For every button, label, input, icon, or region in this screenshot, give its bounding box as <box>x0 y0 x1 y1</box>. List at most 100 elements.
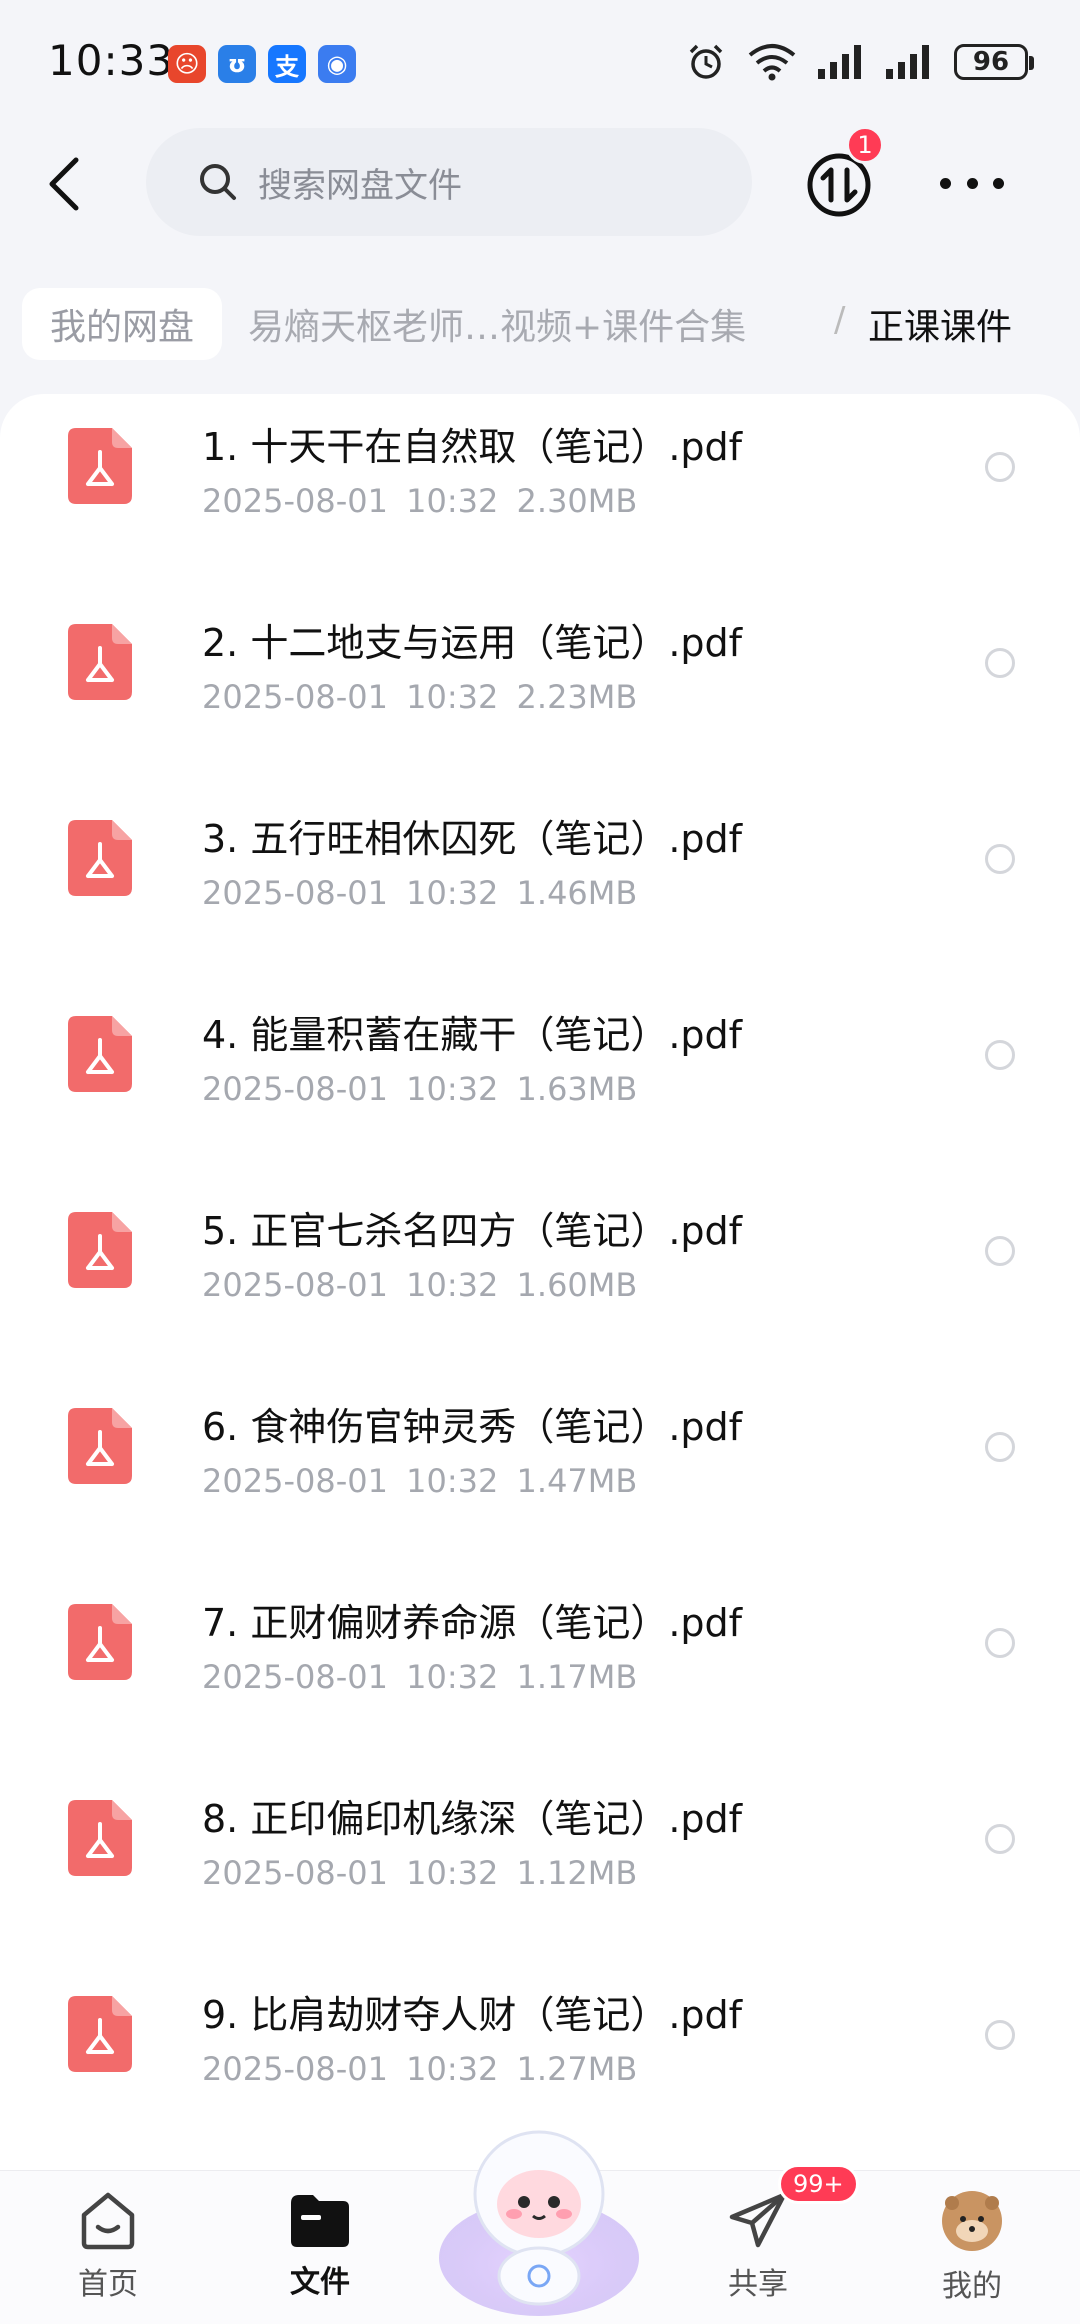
back-button[interactable] <box>36 152 92 216</box>
status-time: 10:33 <box>48 36 175 85</box>
file-meta: 2025-08-01 10:32 1.47MB <box>202 1462 637 1500</box>
nav-files-label: 文件 <box>290 2265 350 2300</box>
file-meta: 2025-08-01 10:32 1.12MB <box>202 1854 637 1892</box>
breadcrumb-root[interactable]: 我的网盘 <box>22 288 223 360</box>
chevron-left-icon <box>49 157 79 211</box>
file-name: 4. 能量积蓄在藏干（笔记）.pdf <box>202 1013 743 1057</box>
signal-1-icon <box>818 45 861 79</box>
file-name: 5. 正官七杀名四方（笔记）.pdf <box>202 1209 743 1253</box>
nav-me-label: 我的 <box>942 2269 1002 2304</box>
breadcrumb: 我的网盘 易熵天枢老师…视频+课件合集 / 正课课件 <box>0 286 1080 366</box>
file-size: 1.47MB <box>516 1462 638 1500</box>
search-input[interactable]: 搜索网盘文件 <box>146 128 752 236</box>
select-checkbox[interactable] <box>985 648 1015 678</box>
status-bar: 10:33 ☹ ʊ 支 ◉ 96 <box>0 0 1080 120</box>
file-time: 10:32 <box>406 1854 499 1892</box>
file-time: 10:32 <box>406 482 499 520</box>
select-checkbox[interactable] <box>985 2020 1015 2050</box>
file-meta: 2025-08-01 10:32 2.30MB <box>202 482 637 520</box>
file-name: 6. 食神伤官钟灵秀（笔记）.pdf <box>202 1405 743 1449</box>
file-name: 7. 正财偏财养命源（笔记）.pdf <box>202 1601 743 1645</box>
file-name: 1. 十天干在自然取（笔记）.pdf <box>202 425 743 469</box>
file-date: 2025-08-01 <box>202 1070 388 1108</box>
select-checkbox[interactable] <box>985 1628 1015 1658</box>
app-blue-icon: ʊ <box>218 45 256 83</box>
more-options-button[interactable] <box>940 168 1004 198</box>
file-meta: 2025-08-01 10:32 1.46MB <box>202 874 637 912</box>
select-checkbox[interactable] <box>985 1432 1015 1462</box>
file-time: 10:32 <box>406 678 499 716</box>
file-list: 1. 十天干在自然取（笔记）.pdf 2025-08-01 10:32 2.30M… <box>0 394 1080 2194</box>
file-size: 1.17MB <box>516 1658 638 1696</box>
file-meta: 2025-08-01 10:32 2.23MB <box>202 678 637 716</box>
file-time: 10:32 <box>406 1070 499 1108</box>
select-checkbox[interactable] <box>985 844 1015 874</box>
file-row[interactable]: 1. 十天干在自然取（笔记）.pdf 2025-08-01 10:32 2.30M… <box>0 408 1080 604</box>
wifi-icon <box>748 44 796 81</box>
file-date: 2025-08-01 <box>202 1266 388 1304</box>
nav-home-label: 首页 <box>78 2267 138 2302</box>
file-row[interactable]: 5. 正官七杀名四方（笔记）.pdf 2025-08-01 10:32 1.60M… <box>0 1192 1080 1388</box>
dot <box>940 177 951 189</box>
mascot-assistant-button[interactable] <box>434 2108 644 2318</box>
file-date: 2025-08-01 <box>202 678 388 716</box>
dot <box>993 177 1004 189</box>
select-checkbox[interactable] <box>985 1236 1015 1266</box>
app-red-icon: ☹ <box>168 45 206 83</box>
select-checkbox[interactable] <box>985 452 1015 482</box>
file-date: 2025-08-01 <box>202 1854 388 1892</box>
pdf-file-icon <box>68 1604 132 1680</box>
battery-icon: 96 <box>954 44 1034 80</box>
transfer-badge: 1 <box>846 126 884 164</box>
file-row[interactable]: 3. 五行旺相休囚死（笔记）.pdf 2025-08-01 10:32 1.46M… <box>0 800 1080 996</box>
file-row[interactable]: 7. 正财偏财养命源（笔记）.pdf 2025-08-01 10:32 1.17M… <box>0 1584 1080 1780</box>
nav-home[interactable]: 首页 <box>38 2189 178 2319</box>
status-indicators: 96 <box>686 42 1034 82</box>
nav-files[interactable]: 文件 <box>250 2189 390 2319</box>
pdf-file-icon <box>68 428 132 504</box>
share-badge: 99+ <box>778 2164 859 2204</box>
select-checkbox[interactable] <box>985 1040 1015 1070</box>
file-row[interactable]: 8. 正印偏印机缘深（笔记）.pdf 2025-08-01 10:32 1.12M… <box>0 1780 1080 1976</box>
file-name: 2. 十二地支与运用（笔记）.pdf <box>202 621 743 665</box>
top-bar: 搜索网盘文件 1 <box>0 120 1080 250</box>
paper-plane-icon <box>729 2192 787 2248</box>
file-size: 2.23MB <box>516 678 638 716</box>
file-row[interactable]: 6. 食神伤官钟灵秀（笔记）.pdf 2025-08-01 10:32 1.47M… <box>0 1388 1080 1584</box>
search-icon <box>200 164 236 200</box>
breadcrumb-parent[interactable]: 易熵天枢老师…视频+课件合集 <box>248 298 746 350</box>
file-size: 1.27MB <box>516 2050 638 2088</box>
select-checkbox[interactable] <box>985 1824 1015 1854</box>
file-date: 2025-08-01 <box>202 1462 388 1500</box>
file-date: 2025-08-01 <box>202 874 388 912</box>
file-size: 1.63MB <box>516 1070 638 1108</box>
pdf-file-icon <box>68 1016 132 1092</box>
status-app-icons: ☹ ʊ 支 ◉ <box>168 45 356 83</box>
signal-2-icon <box>886 45 929 79</box>
nav-share[interactable]: 共享 <box>688 2189 828 2319</box>
nav-share-label: 共享 <box>728 2267 788 2302</box>
app-blue2-icon: ◉ <box>318 45 356 83</box>
dot <box>966 177 978 189</box>
pdf-file-icon <box>68 820 132 896</box>
file-time: 10:32 <box>406 2050 499 2088</box>
alarm-icon <box>689 44 723 79</box>
file-time: 10:32 <box>406 1266 499 1304</box>
file-meta: 2025-08-01 10:32 1.63MB <box>202 1070 637 1108</box>
breadcrumb-current: 正课课件 <box>868 307 1013 348</box>
file-row[interactable]: 4. 能量积蓄在藏干（笔记）.pdf 2025-08-01 10:32 1.63M… <box>0 996 1080 1192</box>
file-size: 1.60MB <box>516 1266 638 1304</box>
file-size: 2.30MB <box>516 482 638 520</box>
nav-me[interactable]: 我的 <box>902 2189 1042 2319</box>
pdf-file-icon <box>68 1996 132 2072</box>
file-meta: 2025-08-01 10:32 1.17MB <box>202 1658 637 1696</box>
file-meta: 2025-08-01 10:32 1.60MB <box>202 1266 637 1304</box>
pdf-file-icon <box>68 1800 132 1876</box>
file-meta: 2025-08-01 10:32 1.27MB <box>202 2050 637 2088</box>
pdf-file-icon <box>68 1212 132 1288</box>
file-size: 1.46MB <box>516 874 638 912</box>
file-name: 3. 五行旺相休囚死（笔记）.pdf <box>202 817 743 861</box>
file-date: 2025-08-01 <box>202 1658 388 1696</box>
file-date: 2025-08-01 <box>202 2050 388 2088</box>
file-row[interactable]: 2. 十二地支与运用（笔记）.pdf 2025-08-01 10:32 2.23M… <box>0 604 1080 800</box>
